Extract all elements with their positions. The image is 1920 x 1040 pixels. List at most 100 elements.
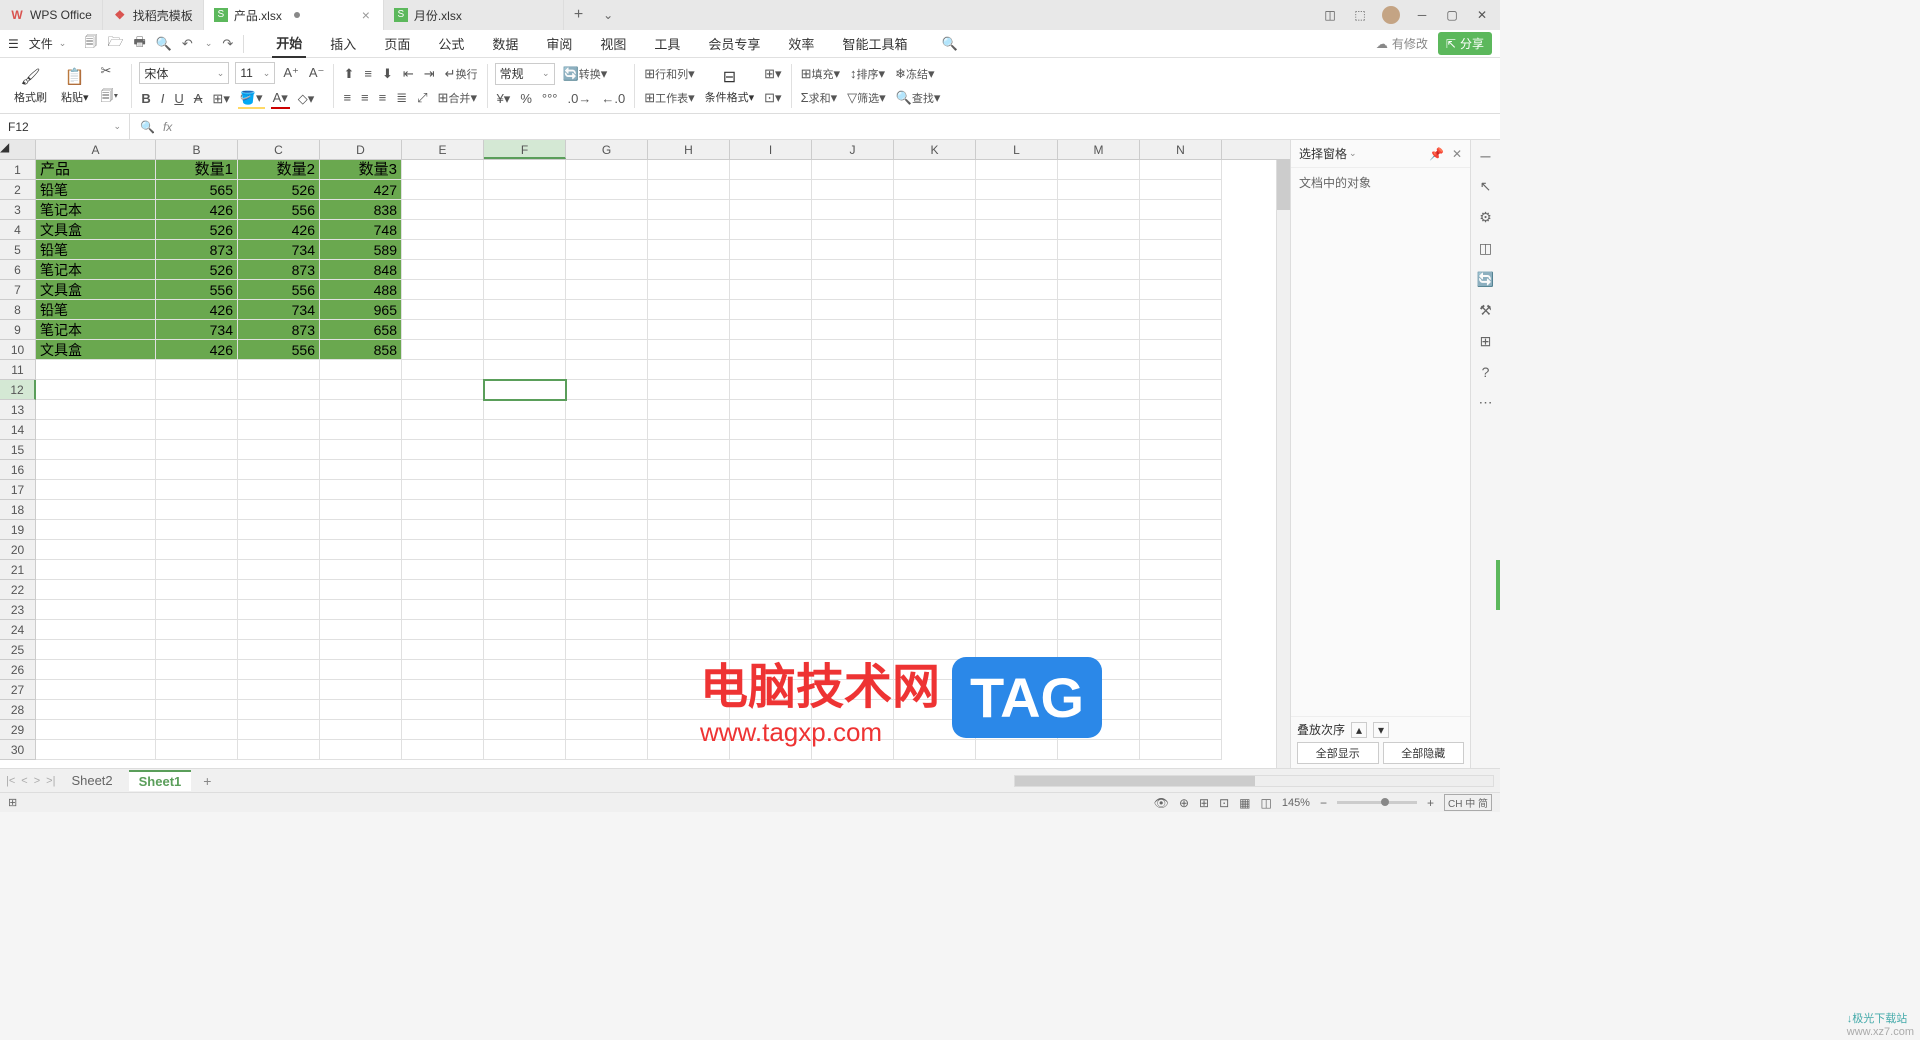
cell[interactable]: 556: [238, 340, 320, 360]
tab-list-dropdown[interactable]: ⌄: [593, 8, 623, 22]
cell[interactable]: [238, 660, 320, 680]
cell[interactable]: [894, 540, 976, 560]
cell[interactable]: [648, 220, 730, 240]
cell[interactable]: [648, 200, 730, 220]
bold-button[interactable]: B: [139, 89, 152, 108]
cell[interactable]: [976, 580, 1058, 600]
row-header[interactable]: 10: [0, 340, 36, 360]
cell[interactable]: [730, 480, 812, 500]
cell[interactable]: [648, 160, 730, 180]
cell[interactable]: 838: [320, 200, 402, 220]
tab-member[interactable]: 会员专享: [704, 30, 764, 57]
cell[interactable]: [1140, 440, 1222, 460]
convert-button[interactable]: 🔄转换▾: [561, 64, 610, 84]
row-header[interactable]: 3: [0, 200, 36, 220]
cell[interactable]: [238, 380, 320, 400]
cell[interactable]: [812, 720, 894, 740]
pin-icon[interactable]: 📌: [1429, 147, 1444, 161]
cell[interactable]: [812, 440, 894, 460]
cell[interactable]: [730, 200, 812, 220]
cell[interactable]: [648, 320, 730, 340]
increase-font-button[interactable]: A⁺: [281, 63, 301, 83]
col-header-G[interactable]: G: [566, 140, 648, 159]
cell[interactable]: [1140, 200, 1222, 220]
cell[interactable]: [566, 280, 648, 300]
cell[interactable]: [730, 320, 812, 340]
cell[interactable]: [976, 380, 1058, 400]
cell[interactable]: [1058, 500, 1140, 520]
cell[interactable]: [730, 660, 812, 680]
cell[interactable]: [484, 460, 566, 480]
cell[interactable]: [156, 460, 238, 480]
cell[interactable]: [566, 720, 648, 740]
cell[interactable]: 556: [238, 280, 320, 300]
target-icon[interactable]: ⊕: [1179, 796, 1189, 810]
cell[interactable]: [894, 600, 976, 620]
cell[interactable]: [730, 640, 812, 660]
cell[interactable]: [730, 680, 812, 700]
cell[interactable]: [976, 300, 1058, 320]
normal-view-icon[interactable]: ⊞: [1199, 796, 1209, 810]
cell[interactable]: 铅笔: [36, 180, 156, 200]
cell[interactable]: [566, 600, 648, 620]
cell[interactable]: [648, 460, 730, 480]
cell[interactable]: 734: [238, 240, 320, 260]
cell[interactable]: 笔记本: [36, 200, 156, 220]
cell[interactable]: [1058, 260, 1140, 280]
cell[interactable]: [484, 580, 566, 600]
cell[interactable]: [484, 480, 566, 500]
cell[interactable]: [566, 580, 648, 600]
cell[interactable]: [648, 560, 730, 580]
cell[interactable]: [812, 520, 894, 540]
cell[interactable]: [812, 320, 894, 340]
search-icon[interactable]: 🔍: [941, 36, 957, 52]
cell[interactable]: [320, 640, 402, 660]
view-icon[interactable]: ◫: [1479, 240, 1492, 257]
vertical-scrollbar[interactable]: [1276, 160, 1290, 768]
cell[interactable]: [812, 580, 894, 600]
copy-button[interactable]: 🗐▾: [99, 85, 121, 111]
paste-button[interactable]: 📋粘贴▾: [57, 65, 93, 107]
cell[interactable]: [648, 700, 730, 720]
cell[interactable]: [894, 260, 976, 280]
cell[interactable]: [976, 320, 1058, 340]
cell[interactable]: [648, 300, 730, 320]
hamburger-icon[interactable]: ☰: [8, 37, 19, 51]
cell[interactable]: [812, 240, 894, 260]
cell[interactable]: [238, 500, 320, 520]
cell[interactable]: [648, 740, 730, 760]
cell[interactable]: [976, 340, 1058, 360]
cell[interactable]: [36, 440, 156, 460]
sheet-tab-sheet2[interactable]: Sheet2: [61, 771, 122, 790]
cell[interactable]: [484, 500, 566, 520]
row-header[interactable]: 17: [0, 480, 36, 500]
cell[interactable]: 426: [156, 300, 238, 320]
cell[interactable]: [648, 360, 730, 380]
sum-button[interactable]: Σ求和▾: [799, 88, 840, 108]
cell[interactable]: [402, 340, 484, 360]
cell[interactable]: [402, 380, 484, 400]
cell[interactable]: 427: [320, 180, 402, 200]
cell[interactable]: [812, 280, 894, 300]
cell[interactable]: [812, 380, 894, 400]
cell[interactable]: [812, 740, 894, 760]
col-header-A[interactable]: A: [36, 140, 156, 159]
zoom-out-button[interactable]: −: [1320, 796, 1327, 810]
cell[interactable]: 526: [156, 220, 238, 240]
cell[interactable]: [812, 500, 894, 520]
cell[interactable]: [320, 660, 402, 680]
col-header-M[interactable]: M: [1058, 140, 1140, 159]
cell[interactable]: [894, 660, 976, 680]
layout-view-icon[interactable]: ▦: [1239, 796, 1250, 810]
underline-button[interactable]: U: [172, 89, 185, 108]
cell[interactable]: [484, 660, 566, 680]
cell[interactable]: [976, 560, 1058, 580]
cell[interactable]: [894, 340, 976, 360]
cell[interactable]: [1140, 680, 1222, 700]
number-format-select[interactable]: 常规⌄: [495, 63, 555, 85]
cell[interactable]: [976, 360, 1058, 380]
cell[interactable]: [648, 660, 730, 680]
cell[interactable]: [36, 540, 156, 560]
layout-icon[interactable]: ⊞: [1480, 333, 1492, 350]
cell[interactable]: [484, 520, 566, 540]
